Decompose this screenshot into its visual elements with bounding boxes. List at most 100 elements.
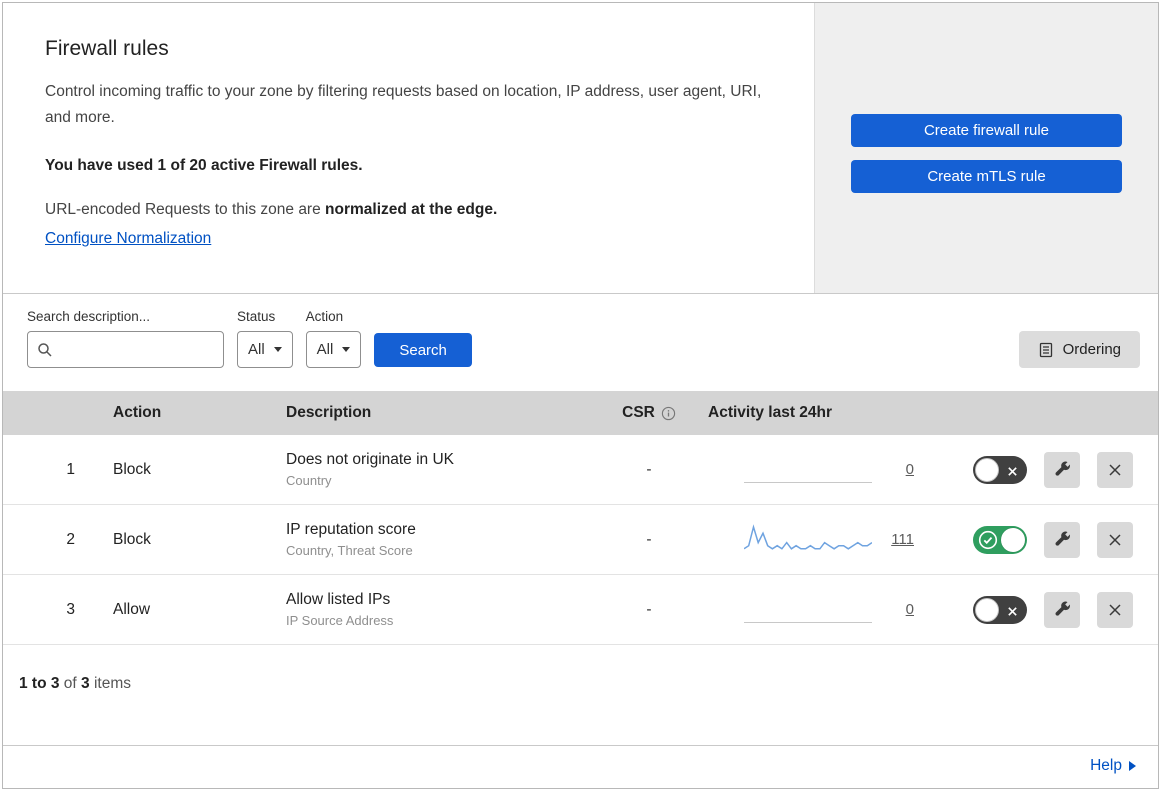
rule-controls [940,591,1158,628]
rule-action: Block [113,530,151,548]
search-icon [37,342,53,358]
rule-criteria: Country, Threat Score [286,543,413,558]
action-column-header: Action [113,404,162,421]
rule-controls [940,521,1158,558]
table-footer: 1 to 3 of 3 items [3,645,1158,745]
activity-count-link[interactable]: 0 [888,461,914,478]
delete-rule-button[interactable] [1097,521,1133,558]
rule-csr-value: - [646,460,652,478]
items-range: 1 to 3 [19,675,60,692]
page-description: Control incoming traffic to your zone by… [45,83,762,126]
edit-rule-button[interactable] [1044,521,1080,558]
status-dropdown[interactable]: All [237,331,293,368]
page-header-text: Firewall rules Control incoming traffic … [3,3,814,293]
usage-summary: You have used 1 of 20 active Firewall ru… [45,157,363,175]
rule-criteria: IP Source Address [286,613,394,628]
ordering-label: Ordering [1062,341,1121,358]
search-button[interactable]: Search [374,333,472,367]
page-header-section: Firewall rules Control incoming traffic … [3,3,1158,294]
search-input-wrapper [27,331,224,368]
action-filter-group: Action All [305,309,362,368]
filter-bar: Search description... Status All Action … [3,294,1158,391]
ordering-button[interactable]: Ordering [1018,331,1140,368]
csr-header-label: CSR [622,404,655,421]
rule-enabled-toggle[interactable] [973,455,1027,484]
delete-rule-button[interactable] [1097,451,1133,488]
rule-action: Allow [113,600,151,618]
ordering-icon [1038,342,1054,358]
rule-controls [940,451,1158,488]
toggle-knob [975,597,999,622]
table-row: 2 Block IP reputation score Country, Thr… [3,505,1158,575]
normalization-bold: normalized at the edge. [325,201,498,219]
items-label: items [93,675,132,692]
table-header-row: Action Description CSR Activity last 24h… [3,391,1158,435]
chevron-down-icon [273,347,282,352]
rule-activity: 0 [704,597,940,623]
firewall-rules-page: Firewall rules Control incoming traffic … [2,2,1159,789]
activity-column-header: Activity last 24hr [708,404,833,421]
close-icon [1108,603,1122,617]
search-label: Search description... [27,309,151,324]
rule-priority: 2 [66,530,75,548]
description-column-header: Description [286,404,372,421]
close-icon [1108,533,1122,547]
items-total: 3 [81,675,90,692]
help-link[interactable]: Help [1090,757,1136,775]
action-dropdown-value: All [316,341,334,358]
action-label: Action [305,309,344,324]
action-dropdown[interactable]: All [305,331,362,368]
rule-priority: 1 [66,460,75,478]
items-of-label: of [63,675,77,692]
help-label: Help [1090,757,1122,774]
rule-priority: 3 [66,600,75,618]
actions-panel: Create firewall rule Create mTLS rule [814,3,1158,293]
rule-criteria: Country [286,473,332,488]
normalization-prefix: URL-encoded Requests to this zone are [45,201,321,219]
arrow-right-icon [1129,761,1136,771]
x-icon [1007,464,1018,482]
rule-action: Block [113,460,151,478]
activity-sparkline [744,597,872,623]
table-row: 3 Allow Allow listed IPs IP Source Addre… [3,575,1158,645]
activity-sparkline [743,522,873,558]
edit-rule-button[interactable] [1044,451,1080,488]
status-dropdown-value: All [248,341,265,358]
toggle-knob [975,457,999,482]
configure-normalization-link[interactable]: Configure Normalization [45,230,211,247]
csr-column-header: CSR [594,404,704,422]
wrench-icon [1054,531,1071,548]
rule-activity: 111 [704,522,940,558]
check-icon [978,530,998,555]
x-icon [1007,604,1018,622]
chevron-down-icon [342,347,351,352]
status-filter-group: Status All [237,309,293,368]
toggle-knob [1001,527,1025,552]
rule-description-text: Does not originate in UK [286,451,455,468]
page-title: Firewall rules [45,37,169,60]
rule-enabled-toggle[interactable] [973,595,1027,624]
table-row: 1 Block Does not originate in UK Country… [3,435,1158,505]
search-input[interactable] [60,340,214,359]
normalization-text: URL-encoded Requests to this zone are no… [45,201,772,219]
firewall-rules-table: Action Description CSR Activity last 24h… [3,391,1158,645]
info-icon[interactable] [661,406,676,421]
rule-csr-value: - [646,530,652,548]
activity-count-link[interactable]: 111 [888,531,914,548]
delete-rule-button[interactable] [1097,591,1133,628]
rule-description-text: IP reputation score [286,521,416,538]
status-label: Status [237,309,276,324]
rule-description: Allow listed IPs IP Source Address [266,591,594,628]
close-icon [1108,463,1122,477]
wrench-icon [1054,461,1071,478]
rule-enabled-toggle[interactable] [973,525,1027,555]
create-mtls-rule-button[interactable]: Create mTLS rule [851,160,1122,193]
rule-csr-value: - [646,600,652,618]
rule-activity: 0 [704,457,940,483]
activity-count-link[interactable]: 0 [888,601,914,618]
edit-rule-button[interactable] [1044,591,1080,628]
create-firewall-rule-button[interactable]: Create firewall rule [851,114,1122,147]
rule-description: IP reputation score Country, Threat Scor… [266,521,594,558]
help-bar: Help [3,745,1158,788]
wrench-icon [1054,601,1071,618]
